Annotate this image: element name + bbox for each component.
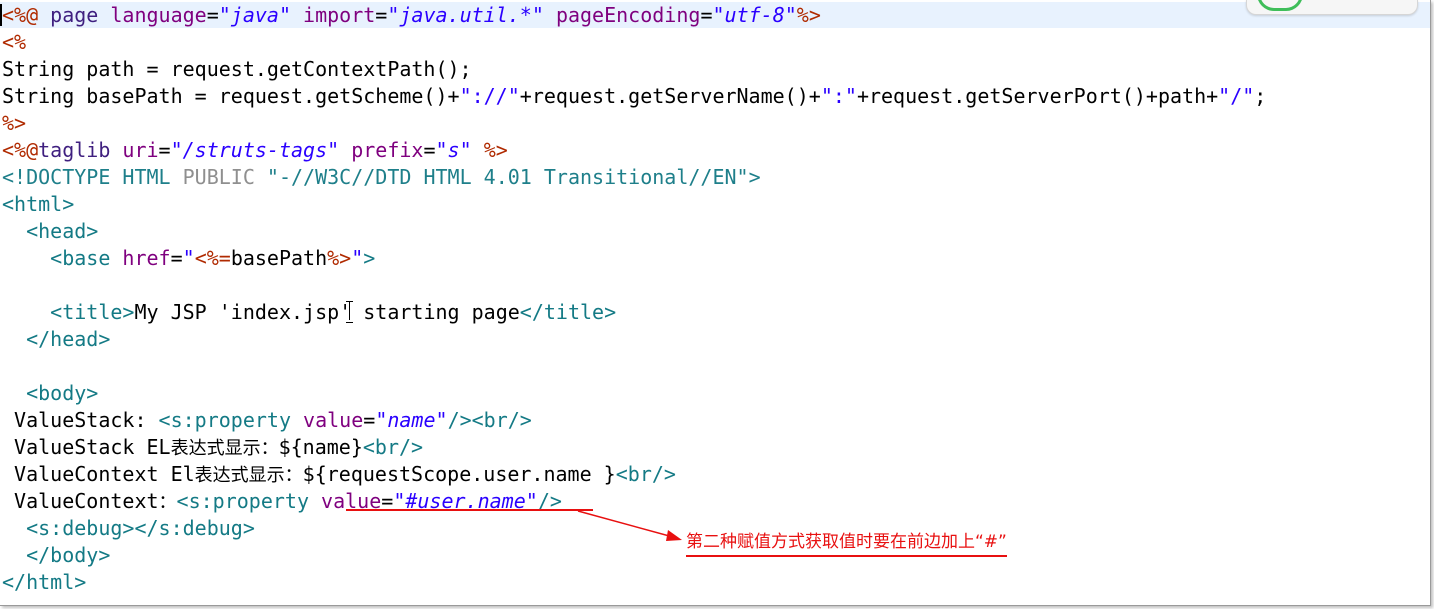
toolbar-ring-icon (1257, 0, 1303, 11)
code-editor[interactable]: <%@ page language="java" import="java.ut… (0, 0, 1431, 606)
annotation-arrow-icon (577, 510, 682, 541)
annotation-note: 第二种赋值方式获取值时要在前边加上“#” (686, 529, 1007, 557)
floating-toolbar-tab[interactable] (1246, 0, 1418, 15)
